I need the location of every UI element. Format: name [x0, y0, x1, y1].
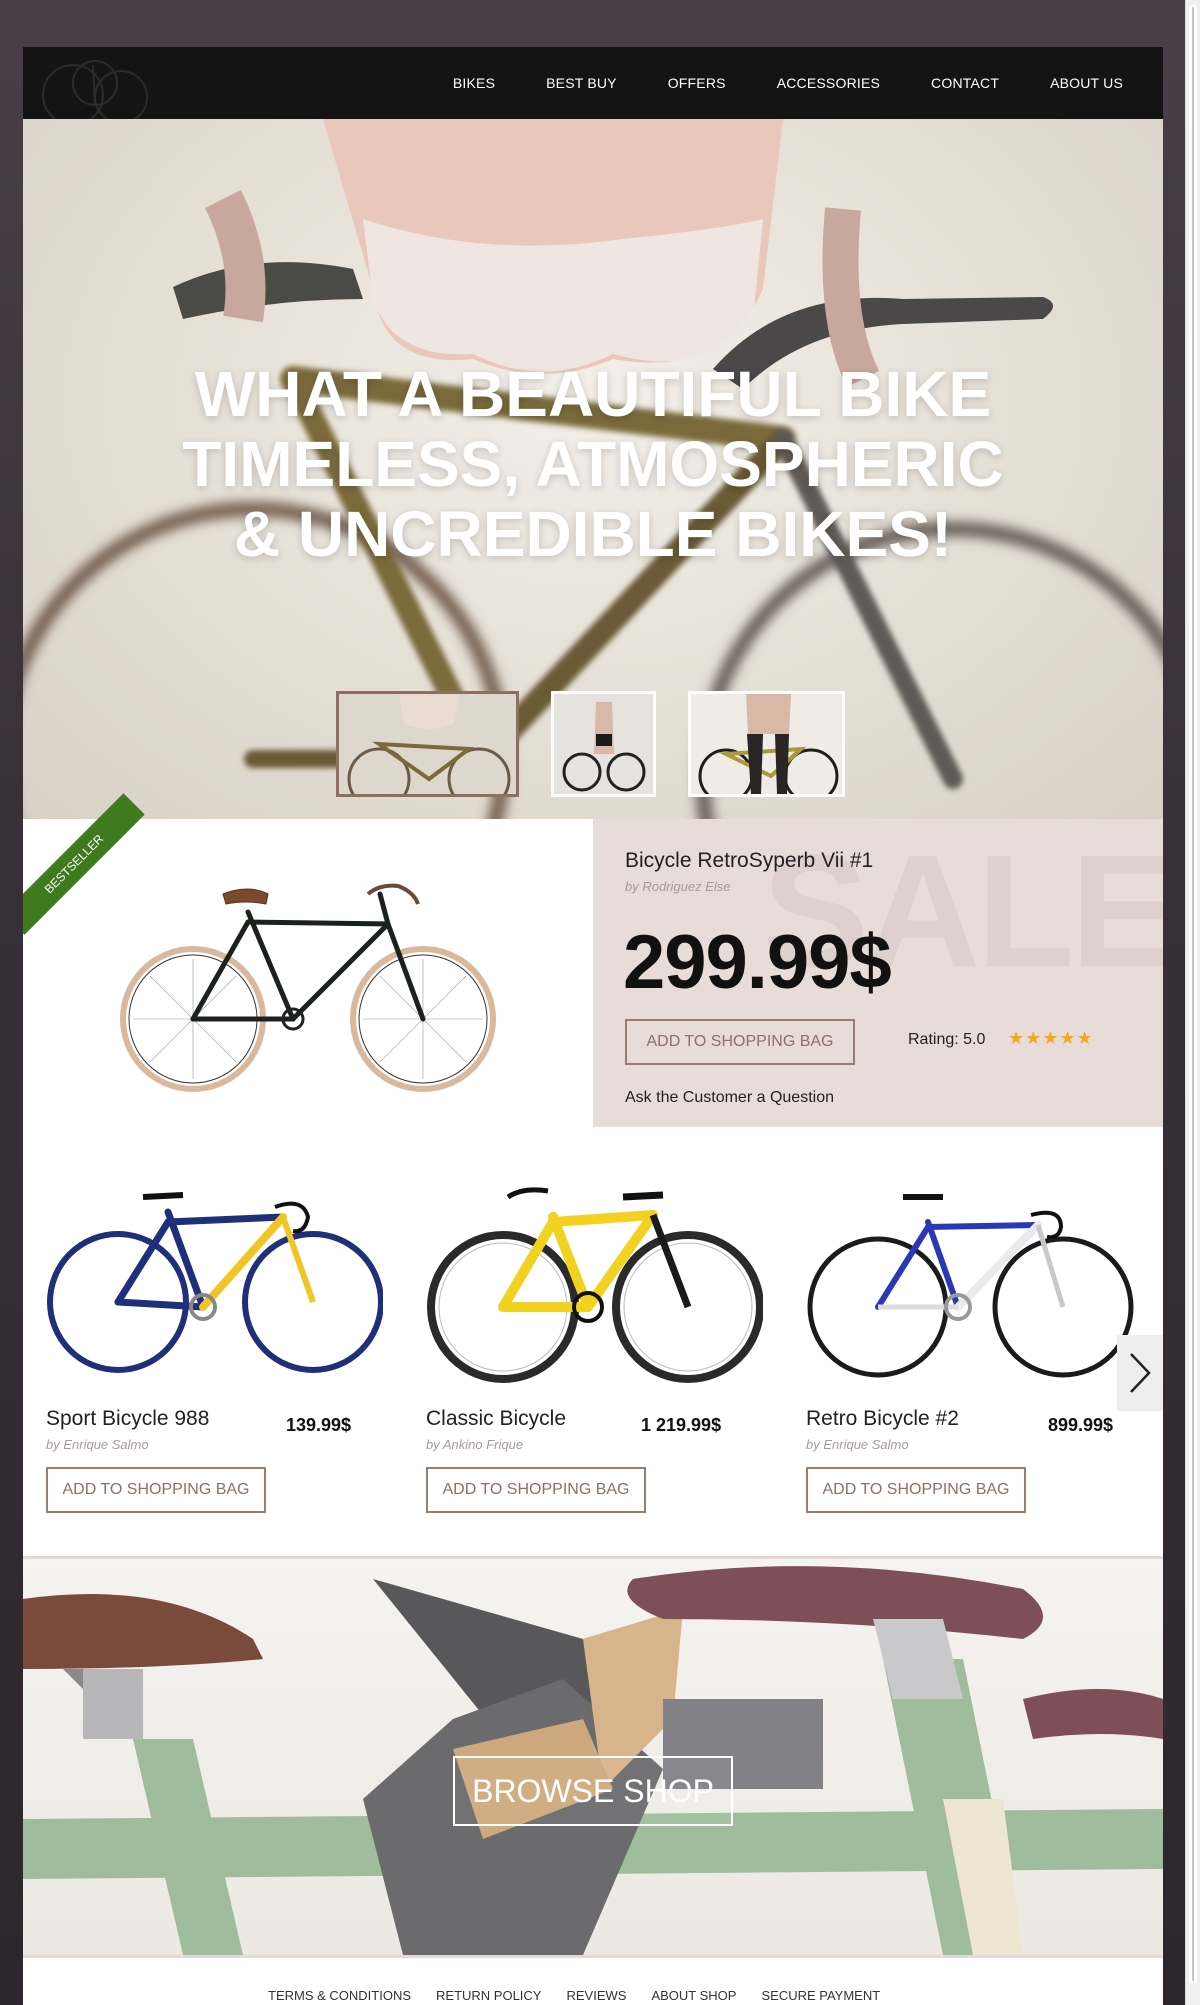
nav-item-about-us[interactable]: ABOUT US	[1050, 75, 1123, 91]
product-name[interactable]: Retro Bicycle #2	[806, 1407, 959, 1431]
featured-bike-image[interactable]	[118, 874, 498, 1104]
hero-headline: WHAT A BEAUTIFUL BIKE TIMELESS, ATMOSPHE…	[23, 359, 1163, 569]
product-card: Retro Bicycle #2 899.99$ by Enrique Salm…	[803, 1127, 1143, 1527]
product-name[interactable]: Sport Bicycle 988	[46, 1407, 209, 1431]
nav-item-offers[interactable]: OFFERS	[668, 75, 726, 91]
footer-link-about-shop[interactable]: ABOUT SHOP	[651, 1988, 736, 2003]
product-card: Classic Bicycle 1 219.99$ by Ankino Friq…	[423, 1127, 763, 1527]
footer-links: TERMS & CONDITIONS RETURN POLICY REVIEWS…	[268, 1988, 905, 2003]
hero-thumbnail-2[interactable]	[551, 691, 656, 797]
footer-link-return-policy[interactable]: RETURN POLICY	[436, 1988, 541, 2003]
footer: TERMS & CONDITIONS RETURN POLICY REVIEWS…	[23, 1958, 1163, 2005]
product-name[interactable]: Classic Bicycle	[426, 1407, 566, 1431]
product-author: by Enrique Salmo	[46, 1437, 149, 1452]
star-rating-icon: ★★★★★	[1008, 1028, 1094, 1048]
footer-link-secure-payment[interactable]: SECURE PAYMENT	[761, 1988, 880, 2003]
nav-item-best-buy[interactable]: BEST BUY	[546, 75, 617, 91]
footer-link-terms[interactable]: TERMS & CONDITIONS	[268, 1988, 411, 2003]
featured-add-to-bag-button[interactable]: ADD TO SHOPPING BAG	[625, 1019, 855, 1065]
hero-thumbnail-1[interactable]	[336, 691, 519, 797]
footer-link-reviews[interactable]: REVIEWS	[566, 1988, 626, 2003]
product-card: Sport Bicycle 988 139.99$ by Enrique Sal…	[43, 1127, 383, 1527]
ask-question-link[interactable]: Ask the Customer a Question	[625, 1089, 834, 1107]
featured-rating-label: Rating: 5.0	[908, 1031, 986, 1048]
product-image[interactable]	[423, 1167, 763, 1387]
product-author: by Enrique Salmo	[806, 1437, 909, 1452]
hero-headline-line-3: & UNCREDIBLE BIKES!	[233, 498, 953, 570]
featured-title[interactable]: Bicycle RetroSyperb Vii #1	[625, 849, 873, 873]
product-image[interactable]	[803, 1167, 1143, 1387]
product-price: 899.99$	[1048, 1415, 1114, 1435]
product-price: 1 219.99$	[641, 1415, 722, 1435]
featured-product: BESTSELLER SALE Bicycle RetroSyperb Vii …	[23, 793, 1163, 1127]
hero-headline-line-2: TIMELESS, ATMOSPHERIC	[182, 428, 1004, 500]
featured-price: 299.99$	[623, 920, 892, 1005]
browse-shop-button[interactable]: BROWSE SHOP	[453, 1756, 733, 1826]
nav-item-contact[interactable]: CONTACT	[931, 75, 999, 91]
featured-author: by Rodriguez Else	[625, 879, 731, 894]
bicycle-logo-icon[interactable]	[33, 55, 163, 119]
add-to-bag-button[interactable]: ADD TO SHOPPING BAG	[806, 1467, 1026, 1513]
hero-thumbnail-3[interactable]	[688, 691, 845, 797]
add-to-bag-button[interactable]: ADD TO SHOPPING BAG	[46, 1467, 266, 1513]
page: BIKES BEST BUY OFFERS ACCESSORIES CONTAC…	[23, 47, 1163, 2005]
add-to-bag-button[interactable]: ADD TO SHOPPING BAG	[426, 1467, 646, 1513]
hero-thumbnails	[23, 691, 1163, 801]
carousel-next-button[interactable]	[1117, 1335, 1163, 1411]
nav-item-accessories[interactable]: ACCESSORIES	[777, 75, 880, 91]
hero-banner: WHAT A BEAUTIFUL BIKE TIMELESS, ATMOSPHE…	[23, 119, 1163, 819]
product-author: by Ankino Frique	[426, 1437, 524, 1452]
product-list: Sport Bicycle 988 139.99$ by Enrique Sal…	[23, 1127, 1163, 1557]
main-menu: BIKES BEST BUY OFFERS ACCESSORIES CONTAC…	[402, 47, 1123, 119]
page-scrollbar[interactable]	[1185, 0, 1200, 2005]
browse-shop-banner: BROWSE SHOP	[23, 1559, 1163, 1955]
top-nav: BIKES BEST BUY OFFERS ACCESSORIES CONTAC…	[23, 47, 1163, 119]
scrollbar-thumb[interactable]	[1189, 4, 1197, 1984]
hero-headline-line-1: WHAT A BEAUTIFUL BIKE	[194, 358, 992, 430]
product-image[interactable]	[43, 1167, 383, 1387]
product-price: 139.99$	[286, 1415, 352, 1435]
nav-item-bikes[interactable]: BIKES	[453, 75, 495, 91]
featured-info-panel: SALE Bicycle RetroSyperb Vii #1 by Rodri…	[593, 819, 1163, 1127]
chevron-right-icon	[1130, 1353, 1151, 1393]
